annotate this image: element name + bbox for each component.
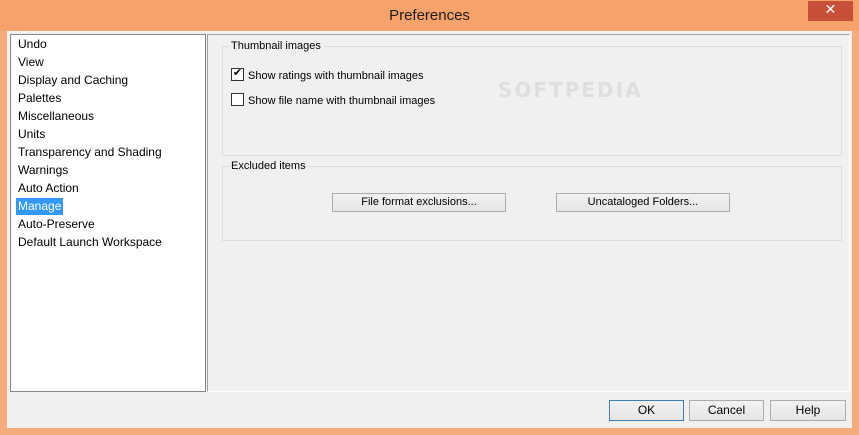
file-format-exclusions-button[interactable]: File format exclusions... <box>332 193 506 212</box>
category-item-display-and-caching[interactable]: Display and Caching <box>16 72 130 89</box>
show-file-name-label: Show file name with thumbnail images <box>248 95 436 107</box>
category-item-manage[interactable]: Manage <box>16 198 64 215</box>
dialog-client-area: Undo View Display and Caching Palettes M… <box>7 31 852 428</box>
cancel-button[interactable]: Cancel <box>689 400 764 421</box>
category-item-auto-preserve[interactable]: Auto-Preserve <box>16 216 97 233</box>
excluded-items-group-title: Excluded items <box>229 159 308 173</box>
category-item-transparency-and-shading[interactable]: Transparency and Shading <box>16 144 164 161</box>
category-item-miscellaneous[interactable]: Miscellaneous <box>16 108 96 125</box>
category-list[interactable]: Undo View Display and Caching Palettes M… <box>10 34 206 392</box>
title-bar[interactable]: Preferences ✕ <box>0 0 859 31</box>
show-ratings-label: Show ratings with thumbnail images <box>248 70 424 82</box>
show-file-name-checkbox[interactable] <box>231 93 244 106</box>
window-title: Preferences <box>389 7 470 24</box>
preferences-window: Preferences ✕ Undo View Display and Cach… <box>0 0 859 435</box>
show-ratings-option[interactable]: ✔ Show ratings with thumbnail images <box>231 66 424 84</box>
ok-button[interactable]: OK <box>609 400 684 421</box>
thumbnail-images-group: Thumbnail images ✔ Show ratings with thum… <box>222 39 842 156</box>
category-item-undo[interactable]: Undo <box>16 36 49 53</box>
excluded-items-group: Excluded items File format exclusions...… <box>222 159 842 241</box>
close-icon[interactable]: ✕ <box>808 1 853 21</box>
category-item-units[interactable]: Units <box>16 126 47 143</box>
category-item-palettes[interactable]: Palettes <box>16 90 63 107</box>
category-item-view[interactable]: View <box>16 54 46 71</box>
category-item-default-launch-workspace[interactable]: Default Launch Workspace <box>16 234 164 251</box>
uncataloged-folders-button[interactable]: Uncataloged Folders... <box>556 193 730 212</box>
thumbnail-images-group-title: Thumbnail images <box>229 39 323 53</box>
checkmark-icon: ✔ <box>232 66 243 79</box>
help-button[interactable]: Help <box>770 400 846 421</box>
category-item-warnings[interactable]: Warnings <box>16 162 70 179</box>
show-file-name-option[interactable]: Show file name with thumbnail images <box>231 93 435 109</box>
settings-panel: SOFTPEDIA Thumbnail images ✔ Show ratings… <box>207 34 850 392</box>
show-ratings-checkbox[interactable]: ✔ <box>231 66 244 81</box>
category-item-auto-action[interactable]: Auto Action <box>16 180 81 197</box>
